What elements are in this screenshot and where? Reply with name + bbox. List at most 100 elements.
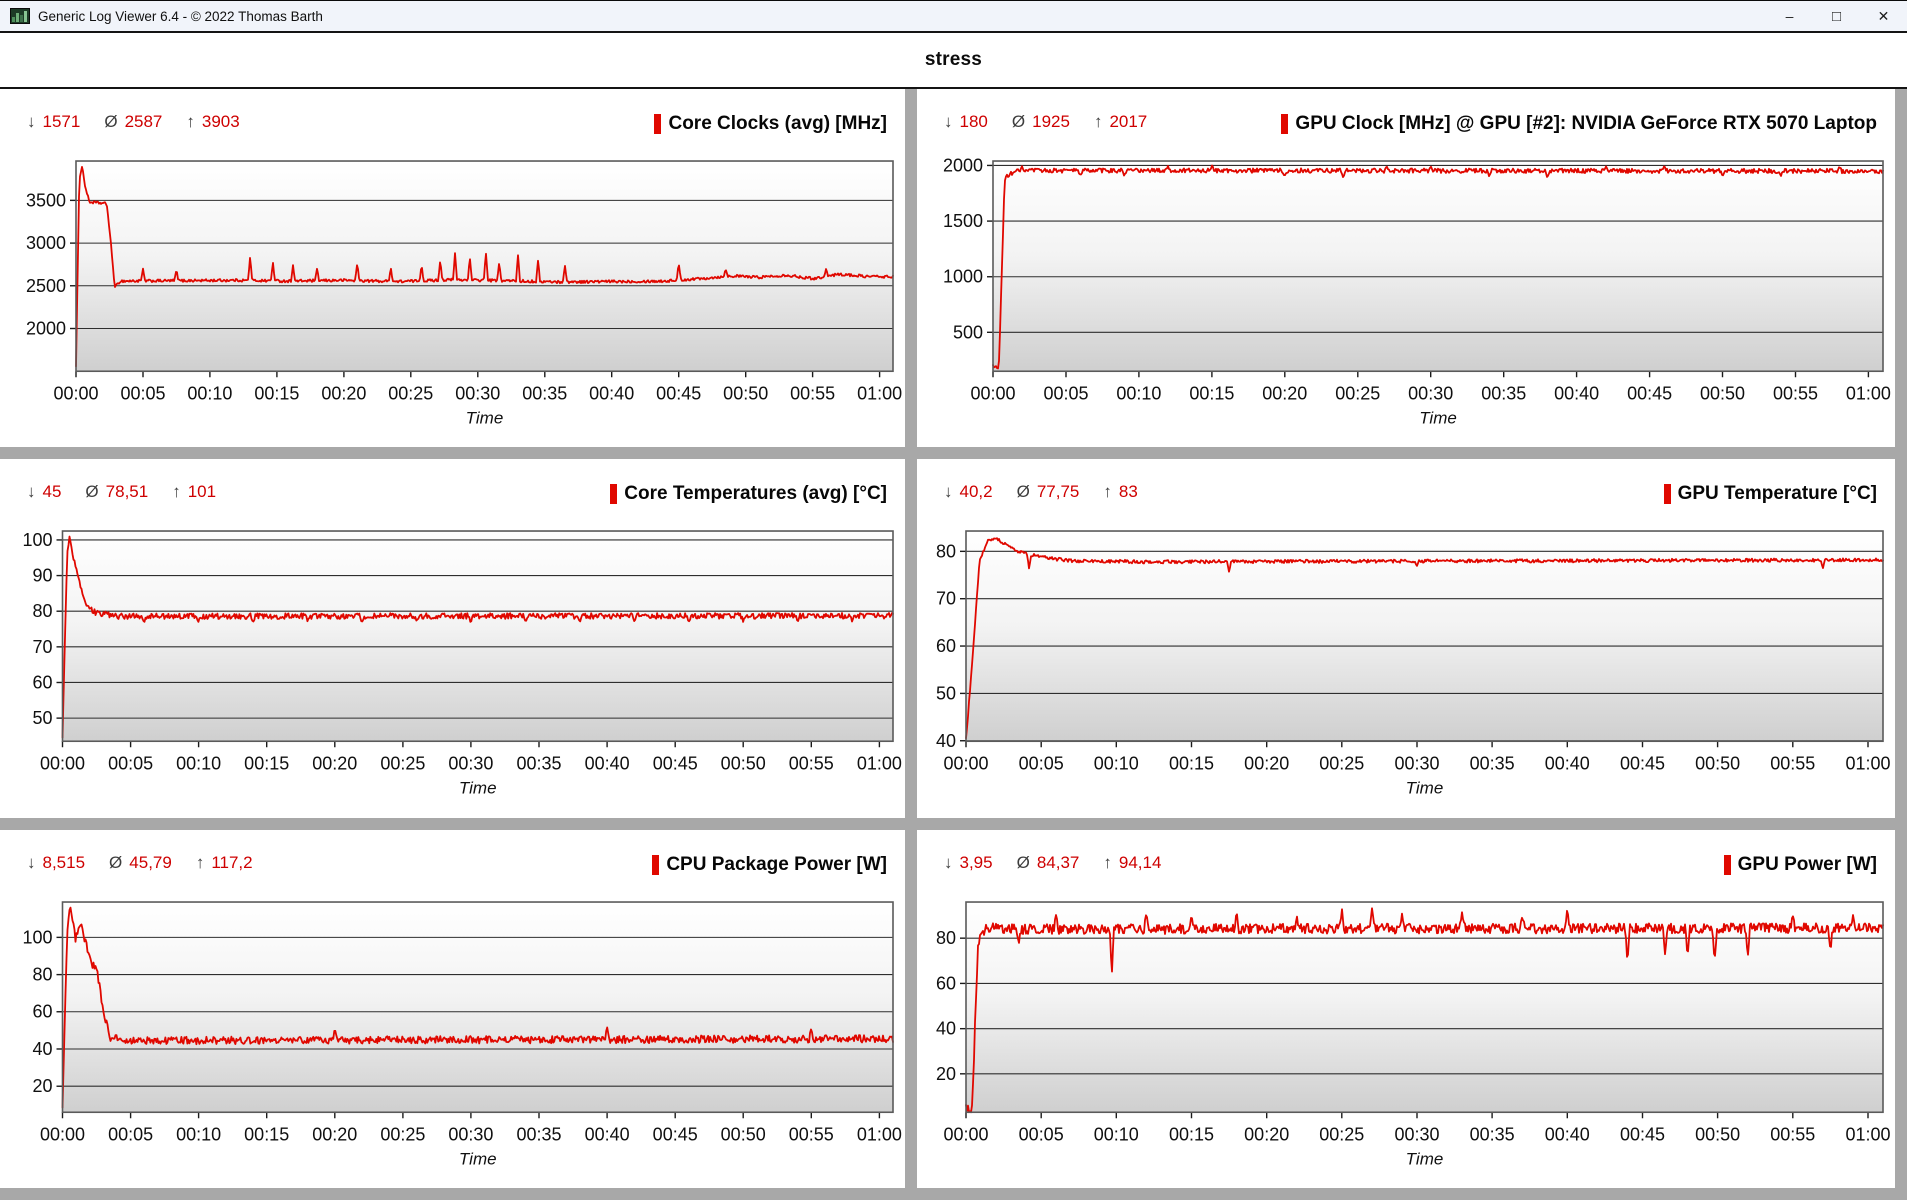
svg-text:00:35: 00:35	[516, 754, 561, 774]
svg-text:00:40: 00:40	[1545, 1124, 1590, 1144]
svg-text:00:40: 00:40	[589, 383, 634, 403]
svg-text:20: 20	[936, 1063, 956, 1083]
avg-symbol-icon: Ø	[1017, 850, 1030, 876]
svg-text:90: 90	[32, 566, 52, 586]
svg-text:100: 100	[22, 530, 52, 550]
stat-max: 94,14	[1119, 850, 1162, 876]
svg-text:60: 60	[32, 673, 52, 693]
stat-min: 45	[43, 479, 62, 505]
chart-title: GPU Temperature [°C]	[1664, 483, 1877, 505]
chart-title-label: Core Clocks (avg) [MHz]	[668, 113, 887, 135]
svg-text:00:40: 00:40	[585, 1124, 630, 1144]
svg-text:01:00: 01:00	[857, 1124, 902, 1144]
svg-text:00:55: 00:55	[1770, 1124, 1815, 1144]
svg-text:2000: 2000	[943, 155, 983, 175]
chart-plot-gpu-clock[interactable]: 50010001500200000:0000:0500:1000:1500:20…	[917, 135, 1895, 447]
svg-text:00:20: 00:20	[1244, 754, 1289, 774]
svg-text:Time: Time	[466, 408, 504, 427]
min-arrow-icon: ↓	[944, 479, 953, 505]
svg-text:00:15: 00:15	[1169, 754, 1214, 774]
svg-text:00:55: 00:55	[790, 383, 835, 403]
chart-plot-cpu-package-power[interactable]: 2040608010000:0000:0500:1000:1500:2000:2…	[0, 876, 905, 1188]
chart-plot-core-temperatures[interactable]: 506070809010000:0000:0500:1000:1500:2000…	[0, 505, 905, 817]
svg-text:100: 100	[22, 927, 52, 947]
svg-text:60: 60	[936, 973, 956, 993]
svg-text:00:50: 00:50	[721, 754, 766, 774]
svg-text:Time: Time	[1406, 1149, 1444, 1168]
svg-text:00:15: 00:15	[254, 383, 299, 403]
legend-color-marker	[1281, 114, 1288, 134]
svg-text:00:30: 00:30	[448, 754, 493, 774]
chart-plot-core-clocks[interactable]: 200025003000350000:0000:0500:1000:1500:2…	[0, 135, 905, 447]
svg-text:00:00: 00:00	[53, 383, 98, 403]
svg-text:00:55: 00:55	[789, 1124, 834, 1144]
chart-panel-core-clocks: ↓ 1571 Ø 2587 ↑ 3903 Core Clocks (avg) […	[0, 89, 905, 447]
chart-stats: ↓ 180 Ø 1925 ↑ 2017	[944, 109, 1171, 135]
svg-text:80: 80	[32, 602, 52, 622]
chart-title: GPU Clock [MHz] @ GPU [#2]: NVIDIA GeFor…	[1281, 113, 1877, 135]
svg-text:3500: 3500	[26, 190, 66, 210]
chart-stats: ↓ 45 Ø 78,51 ↑ 101	[27, 479, 240, 505]
avg-symbol-icon: Ø	[1017, 479, 1030, 505]
stat-min: 8,515	[43, 850, 86, 876]
stat-max: 83	[1119, 479, 1138, 505]
svg-text:80: 80	[32, 964, 52, 984]
svg-text:00:20: 00:20	[1244, 1124, 1289, 1144]
svg-text:00:45: 00:45	[1620, 754, 1665, 774]
chart-plot-gpu-power[interactable]: 2040608000:0000:0500:1000:1500:2000:2500…	[917, 876, 1895, 1188]
close-button[interactable]: ✕	[1860, 1, 1907, 31]
svg-text:00:05: 00:05	[1043, 383, 1088, 403]
svg-text:00:05: 00:05	[120, 383, 165, 403]
max-arrow-icon: ↑	[1094, 109, 1103, 135]
chart-stats-row: ↓ 1571 Ø 2587 ↑ 3903 Core Clocks (avg) […	[0, 89, 905, 135]
chart-stats: ↓ 40,2 Ø 77,75 ↑ 83	[944, 479, 1162, 505]
chart-stats-row: ↓ 180 Ø 1925 ↑ 2017 GPU Clock [MHz] @ GP…	[917, 89, 1895, 135]
svg-text:00:55: 00:55	[1770, 754, 1815, 774]
app-icon	[10, 8, 30, 24]
max-arrow-icon: ↑	[1103, 479, 1112, 505]
stat-max: 3903	[202, 109, 240, 135]
svg-text:20: 20	[32, 1076, 52, 1096]
svg-text:00:20: 00:20	[1262, 383, 1307, 403]
chart-stats: ↓ 3,95 Ø 84,37 ↑ 94,14	[944, 850, 1185, 876]
stat-avg: 1925	[1032, 109, 1070, 135]
svg-text:80: 80	[936, 928, 956, 948]
svg-text:00:50: 00:50	[723, 383, 768, 403]
chart-plot-gpu-temperature[interactable]: 405060708000:0000:0500:1000:1500:2000:25…	[917, 505, 1895, 817]
svg-text:00:25: 00:25	[1335, 383, 1380, 403]
legend-color-marker	[1724, 855, 1731, 875]
svg-text:00:25: 00:25	[1319, 1124, 1364, 1144]
svg-text:50: 50	[32, 708, 52, 728]
chart-panel-cpu-package-power: ↓ 8,515 Ø 45,79 ↑ 117,2 CPU Package Powe…	[0, 830, 905, 1188]
window-controls: – □ ✕	[1766, 1, 1907, 31]
svg-text:40: 40	[936, 1018, 956, 1038]
svg-text:00:15: 00:15	[1189, 383, 1234, 403]
chart-title-label: GPU Clock [MHz] @ GPU [#2]: NVIDIA GeFor…	[1295, 113, 1877, 135]
avg-symbol-icon: Ø	[109, 850, 122, 876]
svg-text:Time: Time	[1419, 408, 1457, 427]
svg-text:1500: 1500	[943, 211, 983, 231]
svg-text:00:00: 00:00	[943, 1124, 988, 1144]
svg-text:50: 50	[936, 684, 956, 704]
svg-text:40: 40	[32, 1039, 52, 1059]
svg-text:00:10: 00:10	[176, 754, 221, 774]
svg-text:00:50: 00:50	[1695, 1124, 1740, 1144]
svg-text:00:35: 00:35	[1470, 754, 1515, 774]
min-arrow-icon: ↓	[27, 479, 36, 505]
svg-text:00:40: 00:40	[1545, 754, 1590, 774]
svg-text:500: 500	[953, 322, 983, 342]
svg-text:00:45: 00:45	[653, 1124, 698, 1144]
avg-symbol-icon: Ø	[85, 479, 98, 505]
stat-min: 1571	[43, 109, 81, 135]
stat-avg: 2587	[125, 109, 163, 135]
window-titlebar[interactable]: Generic Log Viewer 6.4 - © 2022 Thomas B…	[0, 0, 1907, 33]
svg-text:00:05: 00:05	[108, 754, 153, 774]
maximize-button[interactable]: □	[1813, 1, 1860, 31]
chart-stats: ↓ 8,515 Ø 45,79 ↑ 117,2	[27, 850, 277, 876]
minimize-button[interactable]: –	[1766, 1, 1813, 31]
legend-color-marker	[654, 114, 661, 134]
chart-panel-gpu-power: ↓ 3,95 Ø 84,37 ↑ 94,14 GPU Power [W] 204…	[917, 830, 1895, 1188]
svg-text:00:05: 00:05	[108, 1124, 153, 1144]
svg-text:00:35: 00:35	[522, 383, 567, 403]
stat-max: 117,2	[211, 850, 252, 876]
